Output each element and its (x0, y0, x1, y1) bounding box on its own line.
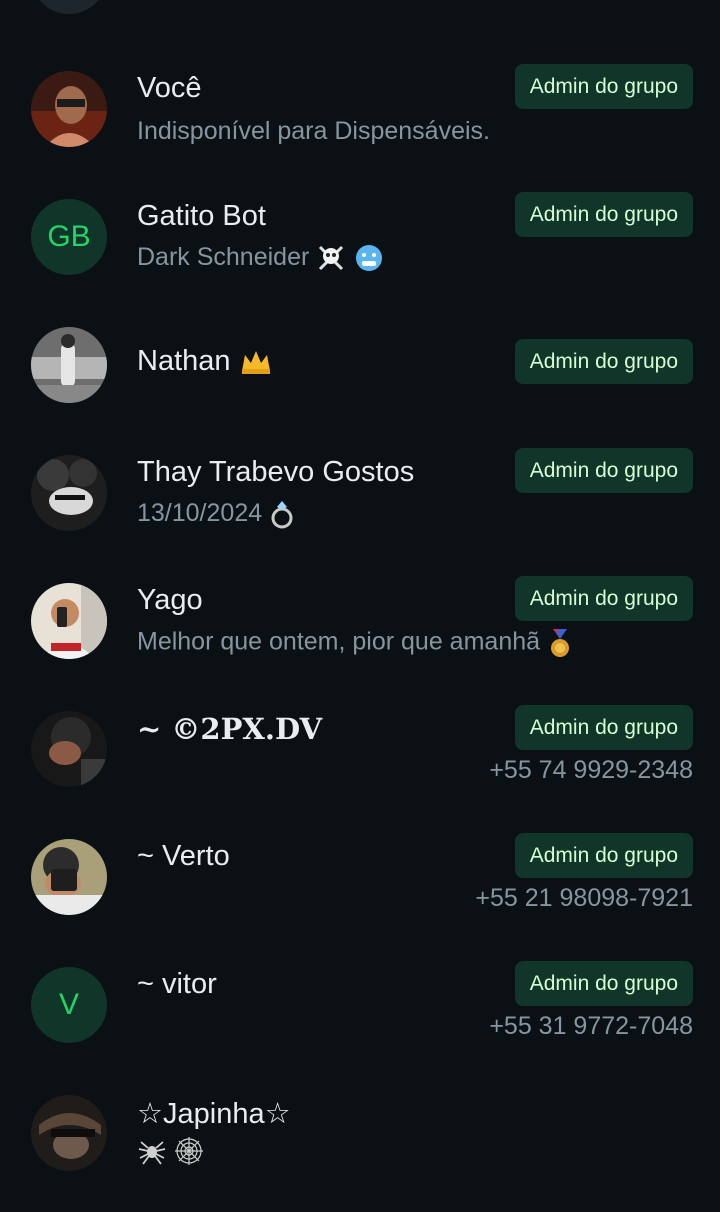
participant-row[interactable]: GB Gatito Bot Admin do grupo Dark Schnei… (0, 188, 720, 316)
admin-badge: Admin do grupo (514, 448, 693, 493)
participant-row[interactable]: Thay Trabevo Gostos Admin do grupo 13/10… (0, 444, 720, 572)
admin-badge: Admin do grupo (514, 705, 693, 750)
participant-row[interactable]: Yago Admin do grupo Melhor que ontem, pi… (0, 572, 720, 700)
admin-badge: Admin do grupo (514, 961, 693, 1006)
participant-name: Thay Trabevo Gostos (137, 456, 415, 488)
person-photo-icon (31, 327, 107, 403)
participant-status: Melhor que ontem, pior que amanhã (137, 627, 573, 659)
participant-phone: +55 21 98098-7921 (475, 884, 693, 912)
spider-web-icon (174, 1137, 203, 1166)
avatar[interactable] (31, 583, 107, 659)
avatar[interactable] (31, 711, 107, 787)
person-photo-icon (31, 839, 107, 915)
participant-status: Indisponível para Dispensáveis. (137, 117, 490, 145)
participant-name: ~ Verto (137, 840, 230, 872)
admin-badge: Admin do grupo (514, 64, 693, 109)
avatar[interactable] (31, 455, 107, 531)
admin-badge: Admin do grupo (514, 576, 693, 621)
participant-name: ☆Japinha☆ (137, 1098, 291, 1130)
avatar[interactable] (31, 327, 107, 403)
participant-name: ~ vitor (137, 968, 217, 1000)
participant-name: Yago (137, 584, 203, 616)
participant-name: ~ ©2PX.DV (137, 712, 323, 746)
avatar[interactable] (31, 71, 107, 147)
cold-face-icon (356, 245, 383, 272)
participant-phone: +55 31 9772-7048 (489, 1012, 693, 1040)
participant-status: Dark Schneider (137, 243, 385, 273)
medal-icon (550, 629, 569, 657)
admin-badge: Admin do grupo (514, 192, 693, 237)
avatar[interactable] (31, 0, 107, 14)
person-photo-icon (31, 455, 107, 531)
avatar-initials: V (58, 988, 79, 1021)
avatar[interactable] (31, 1095, 107, 1171)
participant-name: Você (137, 72, 202, 104)
person-photo-icon (31, 71, 107, 147)
participant-row[interactable]: V ~ vitor Admin do grupo +55 31 9772-704… (0, 956, 720, 1084)
participant-row[interactable]: Nathan Admin do grupo (0, 316, 720, 444)
admin-badge: Admin do grupo (514, 339, 693, 384)
avatar[interactable]: GB (31, 199, 107, 275)
participant-row[interactable]: Você Admin do grupo Indisponível para Di… (0, 60, 720, 188)
participant-status (137, 1136, 204, 1166)
participant-row[interactable]: ☆Japinha☆ (0, 1084, 720, 1212)
person-photo-icon (31, 711, 107, 787)
crown-icon (241, 351, 270, 375)
participant-phone: +55 74 9929-2348 (489, 756, 693, 784)
ring-icon (271, 501, 293, 529)
participant-name: Nathan (137, 345, 273, 378)
participant-name: Gatito Bot (137, 200, 266, 232)
person-photo-icon (31, 583, 107, 659)
participant-row[interactable]: ~ ©2PX.DV Admin do grupo +55 74 9929-234… (0, 700, 720, 828)
spider-icon (138, 1141, 166, 1165)
skull-crossbones-icon (319, 246, 344, 271)
avatar[interactable]: V (31, 967, 107, 1043)
person-photo-icon (31, 1095, 107, 1171)
avatar-initials: GB (47, 220, 91, 253)
admin-badge: Admin do grupo (514, 833, 693, 878)
avatar[interactable] (31, 839, 107, 915)
participant-status: 13/10/2024 (137, 499, 295, 529)
participant-row[interactable]: ~ Verto Admin do grupo +55 21 98098-7921 (0, 828, 720, 956)
